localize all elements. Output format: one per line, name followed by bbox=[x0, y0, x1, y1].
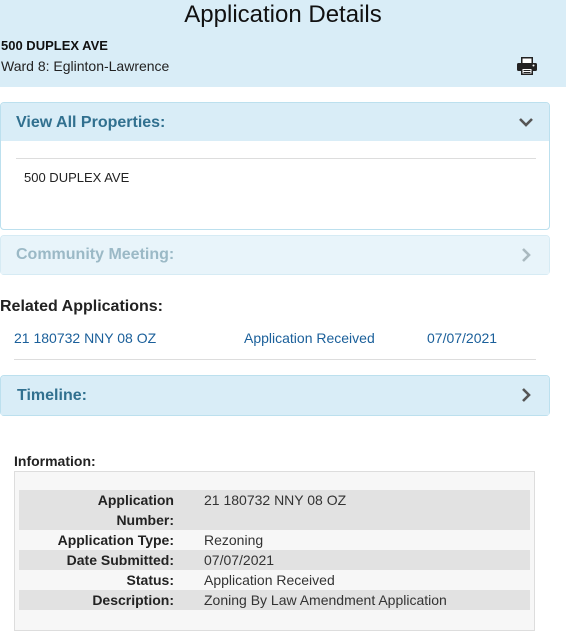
info-value: Zoning By Law Amendment Application bbox=[204, 592, 447, 608]
community-meeting-panel: Community Meeting: bbox=[0, 235, 550, 275]
related-application-row: 21 180732 NNY 08 OZ Application Received… bbox=[14, 330, 536, 360]
info-value: 21 180732 NNY 08 OZ bbox=[204, 492, 347, 508]
info-row-date-submitted: Date Submitted: 07/07/2021 bbox=[19, 550, 530, 570]
community-meeting-panel-title: Community Meeting: bbox=[16, 246, 175, 263]
timeline-panel: Timeline: bbox=[0, 375, 550, 416]
info-value: Application Received bbox=[204, 572, 335, 588]
property-item: 500 DUPLEX AVE bbox=[24, 170, 130, 185]
page-title: Application Details bbox=[184, 1, 382, 28]
divider bbox=[16, 158, 536, 159]
timeline-panel-header[interactable]: Timeline: bbox=[1, 376, 549, 415]
info-value: Rezoning bbox=[204, 532, 264, 548]
info-key: Status: bbox=[126, 572, 174, 588]
properties-panel-title: View All Properties: bbox=[16, 114, 166, 131]
related-application-status-link[interactable]: Application Received bbox=[244, 330, 375, 346]
chevron-right-icon bbox=[522, 388, 531, 402]
info-row-description: Description: Zoning By Law Amendment App… bbox=[19, 590, 530, 610]
information-heading: Information: bbox=[14, 453, 96, 469]
related-application-number-link[interactable]: 21 180732 NNY 08 OZ bbox=[14, 330, 156, 346]
print-button[interactable] bbox=[516, 56, 538, 76]
info-row-application-number: Application Number: 21 180732 NNY 08 OZ bbox=[19, 490, 530, 530]
community-meeting-panel-header[interactable]: Community Meeting: bbox=[1, 236, 549, 274]
page-header: Application Details 500 DUPLEX AVE Ward … bbox=[0, 0, 566, 87]
info-key: Date Submitted: bbox=[66, 552, 174, 568]
info-key: Number: bbox=[116, 512, 174, 528]
chevron-down-icon bbox=[519, 118, 533, 127]
properties-panel-header[interactable]: View All Properties: bbox=[1, 103, 549, 141]
properties-panel: View All Properties: 500 DUPLEX AVE bbox=[0, 102, 550, 230]
related-application-date-link[interactable]: 07/07/2021 bbox=[427, 330, 497, 346]
related-applications-heading: Related Applications: bbox=[0, 298, 163, 315]
info-key: Application Type: bbox=[57, 532, 174, 548]
info-value: 07/07/2021 bbox=[204, 552, 275, 568]
info-row-status: Status: Application Received bbox=[19, 570, 530, 590]
info-key: Description: bbox=[92, 592, 174, 608]
application-address: 500 DUPLEX AVE bbox=[1, 38, 108, 53]
information-box: Application Number: 21 180732 NNY 08 OZ … bbox=[14, 471, 535, 631]
timeline-panel-title: Timeline: bbox=[17, 387, 87, 404]
information-table: Application Number: 21 180732 NNY 08 OZ … bbox=[19, 490, 530, 610]
info-row-application-type: Application Type: Rezoning bbox=[19, 530, 530, 550]
chevron-right-icon bbox=[522, 248, 531, 262]
ward-label: Ward 8: Eglinton-Lawrence bbox=[1, 58, 170, 74]
printer-icon bbox=[517, 57, 537, 75]
info-key: Application bbox=[97, 492, 174, 508]
